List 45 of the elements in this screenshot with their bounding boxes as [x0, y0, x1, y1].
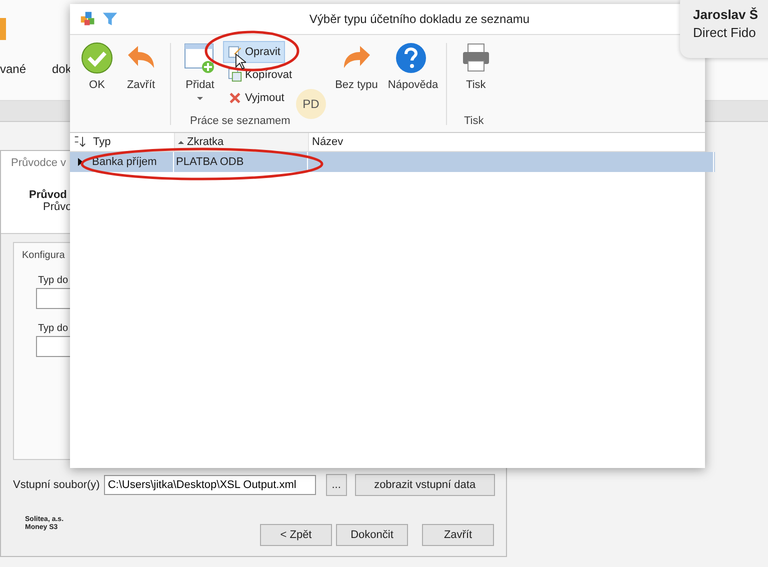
- notification-name: Jaroslav Š: [693, 7, 760, 22]
- copy-icon: [228, 68, 242, 82]
- delete-x-icon: [228, 91, 242, 105]
- notification-subtitle: Direct Fido: [693, 25, 757, 40]
- document-icon: [0, 18, 6, 40]
- row-pointer-icon: [78, 158, 82, 166]
- window-title: Výběr typu účetního dokladu ze seznamu: [309, 12, 530, 26]
- checkmark-icon: [80, 41, 114, 75]
- ribbon-label[interactable]: dok: [52, 62, 72, 76]
- wizard-heading: Průvod: [29, 189, 68, 201]
- group-label: Práce se seznamem: [190, 115, 290, 127]
- mouse-cursor-icon: [235, 53, 246, 70]
- toolbar-button[interactable]: OK: [76, 39, 118, 95]
- show-data-button[interactable]: zobrazit vstupní data: [354, 474, 495, 496]
- browse-button[interactable]: ...: [326, 474, 347, 496]
- field-label: Typ do: [38, 323, 68, 334]
- column-header[interactable]: Zkratka: [174, 133, 308, 151]
- help-icon: [394, 41, 428, 75]
- toolbar-button[interactable]: Vyjmout: [223, 87, 290, 109]
- filter-icon[interactable]: [102, 11, 118, 27]
- toolbar-button[interactable]: Přidat: [179, 39, 221, 105]
- toolbar-button[interactable]: Zavřít: [120, 39, 162, 95]
- add-window-icon: [183, 41, 217, 75]
- table-row[interactable]: Banka příjem PLATBA ODB: [70, 152, 715, 172]
- group-label: Konfigura: [22, 250, 65, 261]
- wizard-button[interactable]: Dokončit: [336, 524, 408, 546]
- ribbon-label[interactable]: vané: [0, 62, 26, 76]
- toolbar-button[interactable]: Nápověda: [384, 39, 438, 95]
- column-header[interactable]: Název: [308, 133, 714, 151]
- table-cell: Banka příjem: [90, 152, 174, 172]
- toolbar-button[interactable]: Opravit: [223, 41, 286, 63]
- field-label: Vstupní soubor(y): [13, 479, 100, 491]
- wizard-button[interactable]: Zavřít: [422, 524, 494, 546]
- field-label: Typ do: [38, 275, 68, 286]
- wizard-button[interactable]: < Zpět: [260, 524, 332, 546]
- input-field[interactable]: C:\Users\jitka\Desktop\XSL Output.xml: [104, 475, 316, 495]
- app-logo-icon: [80, 11, 96, 27]
- toolbar-button[interactable]: Tisk: [454, 39, 497, 95]
- toolbar-button[interactable]: Bez typu: [331, 39, 382, 95]
- edit-icon: [228, 45, 242, 59]
- table-cell: PLATBA ODB: [174, 152, 308, 172]
- group-label: Tisk: [464, 115, 484, 127]
- cursor-badge: PD: [296, 89, 326, 119]
- sort-az-icon[interactable]: [74, 136, 86, 148]
- column-header[interactable]: Typ: [90, 133, 174, 151]
